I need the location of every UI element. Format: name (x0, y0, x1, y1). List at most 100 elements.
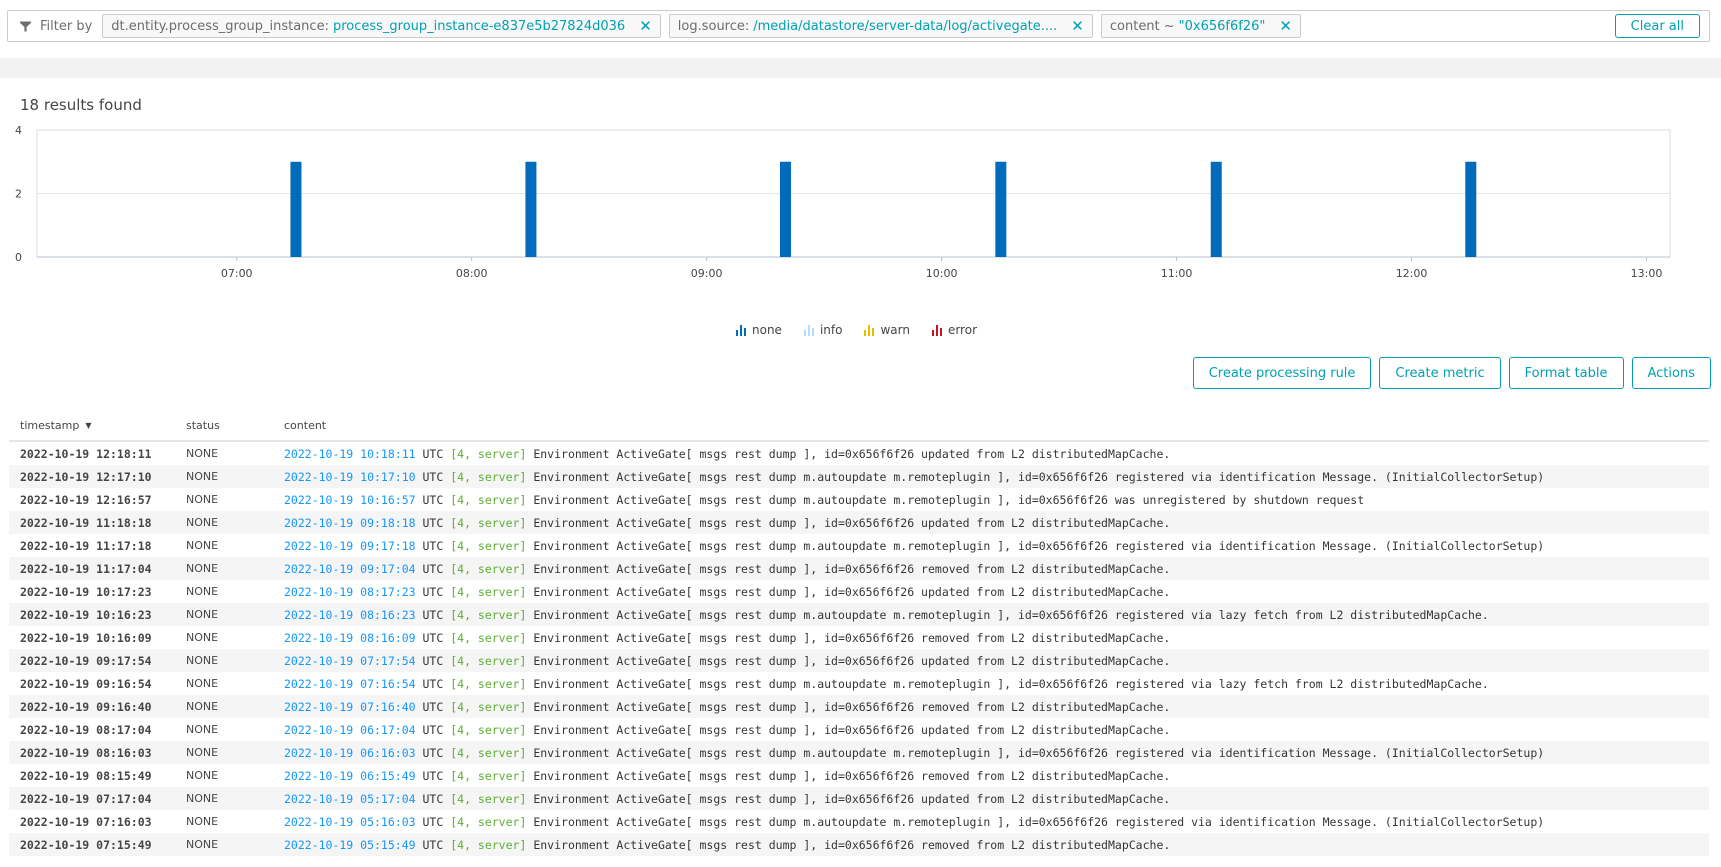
log-timezone: UTC (422, 653, 444, 668)
log-date: 2022-10-19 05:17:04 (284, 791, 416, 806)
create-processing-rule-button[interactable]: Create processing rule (1192, 357, 1372, 389)
clear-all-button[interactable]: Clear all (1614, 14, 1700, 38)
cell-content: 2022-10-19 05:16:03 UTC [4, server] Envi… (273, 815, 1544, 829)
log-thread: [4, server] (450, 653, 527, 668)
x-tick-label: 13:00 (1631, 267, 1663, 280)
cell-status: NONE (186, 470, 219, 483)
cell-content: 2022-10-19 09:17:04 UTC [4, server] Envi… (273, 562, 1170, 576)
cell-content: 2022-10-19 06:17:04 UTC [4, server] Envi… (273, 723, 1170, 737)
legend-item-warn[interactable]: warn (864, 323, 910, 337)
filter-chip-process-group-instance[interactable]: dt.entity.process_group_instance: proces… (102, 14, 661, 38)
cell-status: NONE (186, 654, 219, 667)
legend-item-info[interactable]: info (803, 323, 842, 337)
log-histogram-chart: 0 2 4 07:00 08:00 09:00 10:00 11:00 12:00 13:00 (0, 125, 1721, 340)
cell-content: 2022-10-19 06:16:03 UTC [4, server] Envi… (273, 746, 1544, 760)
log-message: Environment ActiveGate[ msgs rest dump ]… (533, 515, 1171, 530)
x-tick-label: 10:00 (926, 267, 958, 280)
table-row[interactable]: 2022-10-19 10:16:09 NONE 2022-10-19 08:16:… (9, 626, 1709, 649)
table-row[interactable]: 2022-10-19 12:16:57 NONE 2022-10-19 10:16:… (9, 488, 1709, 511)
table-row[interactable]: 2022-10-19 12:17:10 NONE 2022-10-19 10:17:… (9, 465, 1709, 488)
log-date: 2022-10-19 08:16:23 (284, 607, 416, 622)
filter-icon (18, 19, 32, 33)
table-row[interactable]: 2022-10-19 09:16:54 NONE 2022-10-19 07:16:… (9, 672, 1709, 695)
table-row[interactable]: 2022-10-19 11:18:18 NONE 2022-10-19 09:18:… (9, 511, 1709, 534)
cell-status: NONE (186, 792, 219, 805)
cell-timestamp: 2022-10-19 08:17:04 (20, 722, 152, 737)
log-thread: [4, server] (450, 584, 527, 599)
cell-timestamp: 2022-10-19 09:16:54 (20, 676, 152, 691)
table-row[interactable]: 2022-10-19 08:17:04 NONE 2022-10-19 06:17:… (9, 718, 1709, 741)
close-icon[interactable]: ✕ (1071, 18, 1084, 34)
create-metric-button[interactable]: Create metric (1379, 357, 1501, 389)
log-message: Environment ActiveGate[ msgs rest dump m… (533, 745, 1545, 760)
log-thread: [4, server] (450, 768, 527, 783)
table-row[interactable]: 2022-10-19 11:17:18 NONE 2022-10-19 09:17:… (9, 534, 1709, 557)
format-table-button[interactable]: Format table (1508, 357, 1624, 389)
filter-label: Filter by (40, 18, 93, 34)
table-row[interactable]: 2022-10-19 12:18:11 NONE 2022-10-19 10:18:… (9, 442, 1709, 465)
filter-bar[interactable]: Filter by dt.entity.process_group_instan… (7, 10, 1710, 42)
table-row[interactable]: 2022-10-19 09:17:54 NONE 2022-10-19 07:17:… (9, 649, 1709, 672)
cell-timestamp: 2022-10-19 10:17:23 (20, 584, 152, 599)
actions-button[interactable]: Actions (1631, 357, 1711, 389)
cell-status: NONE (186, 631, 219, 644)
bar-none (995, 161, 1007, 257)
cell-content: 2022-10-19 08:16:23 UTC [4, server] Envi… (273, 608, 1489, 622)
log-thread: [4, server] (450, 492, 527, 507)
filter-chip-content[interactable]: content ~ "0x656f6f26" ✕ (1100, 14, 1301, 38)
x-tick-label: 08:00 (456, 267, 488, 280)
column-label: content (284, 418, 327, 432)
cell-status: NONE (186, 608, 219, 621)
log-timezone: UTC (422, 630, 444, 645)
log-timezone: UTC (422, 676, 444, 691)
log-date: 2022-10-19 09:18:18 (284, 515, 416, 530)
log-date: 2022-10-19 09:17:04 (284, 561, 416, 576)
legend-item-error[interactable]: error (931, 323, 977, 337)
log-timezone: UTC (422, 492, 444, 507)
log-timezone: UTC (422, 745, 444, 760)
cell-timestamp: 2022-10-19 11:18:18 (20, 515, 152, 530)
legend-item-none[interactable]: none (736, 323, 782, 337)
cell-status: NONE (186, 746, 219, 759)
log-timezone: UTC (422, 561, 444, 576)
table-row[interactable]: 2022-10-19 08:16:03 NONE 2022-10-19 06:16:… (9, 741, 1709, 764)
cell-timestamp: 2022-10-19 07:15:49 (20, 837, 152, 852)
table-row[interactable]: 2022-10-19 10:17:23 NONE 2022-10-19 08:17:… (9, 580, 1709, 603)
log-timezone: UTC (422, 538, 444, 553)
log-message: Environment ActiveGate[ msgs rest dump ]… (533, 791, 1171, 806)
cell-timestamp: 2022-10-19 09:17:54 (20, 653, 152, 668)
table-row[interactable]: 2022-10-19 11:17:04 NONE 2022-10-19 09:17:… (9, 557, 1709, 580)
log-timezone: UTC (422, 515, 444, 530)
log-date: 2022-10-19 10:16:57 (284, 492, 416, 507)
column-header-timestamp[interactable]: timestamp ▼ (9, 419, 175, 432)
log-message: Environment ActiveGate[ msgs rest dump ]… (533, 561, 1171, 576)
column-header-content[interactable]: content (273, 419, 326, 432)
cell-status: NONE (186, 539, 219, 552)
log-message: Environment ActiveGate[ msgs rest dump m… (533, 814, 1545, 829)
sort-descending-icon: ▼ (85, 420, 92, 430)
column-label: timestamp (20, 418, 80, 432)
log-message: Environment ActiveGate[ msgs rest dump m… (533, 492, 1365, 507)
table-row[interactable]: 2022-10-19 07:16:03 NONE 2022-10-19 05:16:… (9, 810, 1709, 833)
cell-timestamp: 2022-10-19 12:18:11 (20, 446, 152, 461)
cell-content: 2022-10-19 06:15:49 UTC [4, server] Envi… (273, 769, 1170, 783)
log-thread: [4, server] (450, 814, 527, 829)
log-timezone: UTC (422, 446, 444, 461)
filter-chip-log-source[interactable]: log.source: /media/datastore/server-data… (668, 14, 1093, 38)
table-row[interactable]: 2022-10-19 10:16:23 NONE 2022-10-19 08:16:… (9, 603, 1709, 626)
cell-content: 2022-10-19 10:17:10 UTC [4, server] Envi… (273, 470, 1544, 484)
y-tick-label: 2 (15, 188, 22, 201)
column-header-status[interactable]: status (175, 419, 273, 432)
y-tick-label: 0 (15, 251, 22, 264)
close-icon[interactable]: ✕ (1279, 18, 1292, 34)
table-row[interactable]: 2022-10-19 07:17:04 NONE 2022-10-19 05:17:… (9, 787, 1709, 810)
log-message: Environment ActiveGate[ msgs rest dump m… (533, 676, 1489, 691)
table-row[interactable]: 2022-10-19 09:16:40 NONE 2022-10-19 07:16:… (9, 695, 1709, 718)
table-row[interactable]: 2022-10-19 08:15:49 NONE 2022-10-19 06:15:… (9, 764, 1709, 787)
table-actions: Create processing rule Create metric For… (1192, 357, 1711, 389)
cell-timestamp: 2022-10-19 12:16:57 (20, 492, 152, 507)
log-table: timestamp ▼ status content 2022-10-19 12… (9, 410, 1709, 856)
close-icon[interactable]: ✕ (639, 18, 652, 34)
table-row[interactable]: 2022-10-19 07:15:49 NONE 2022-10-19 05:15:… (9, 833, 1709, 856)
log-message: Environment ActiveGate[ msgs rest dump ]… (533, 722, 1171, 737)
